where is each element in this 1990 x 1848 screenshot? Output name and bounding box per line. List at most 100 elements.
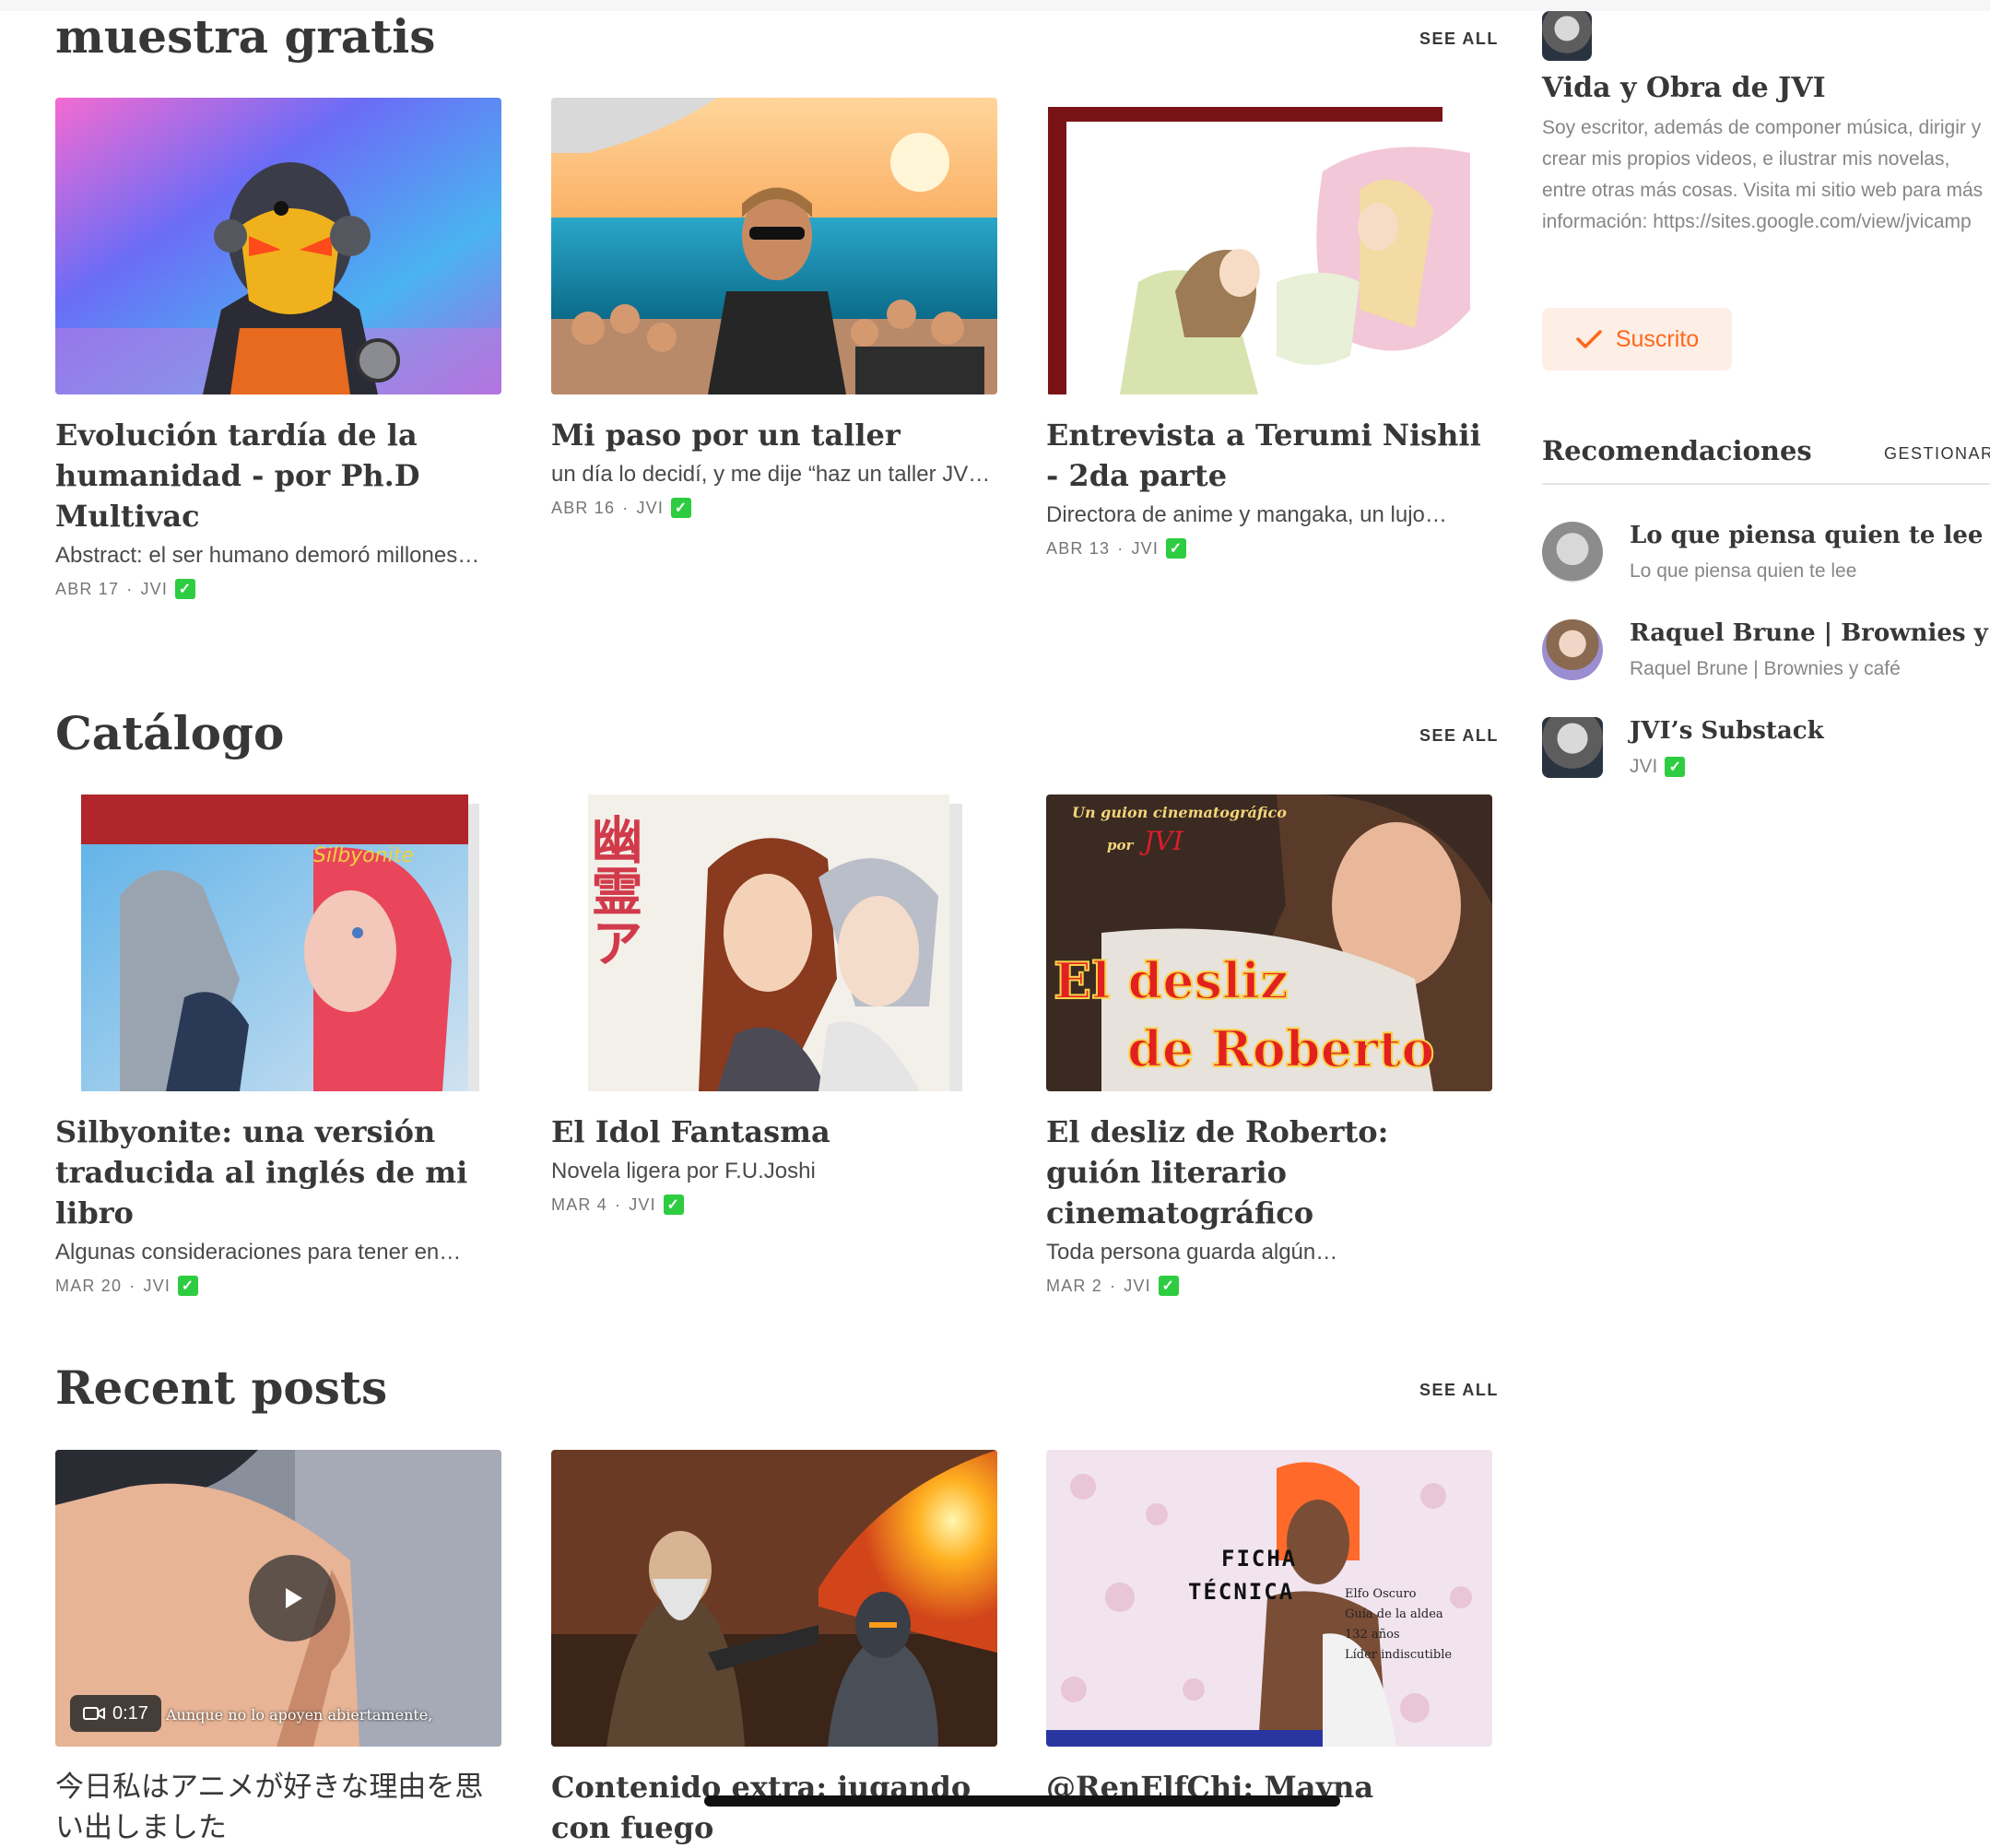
post-author[interactable]: JVI (140, 580, 168, 599)
cover-title-line2: de Roberto (1126, 1018, 1435, 1079)
recommendation-subtitle: Raquel Brune | Brownies y café (1630, 658, 1901, 679)
recommendation-avatar (1542, 619, 1603, 680)
post-meta: MAR 20 · JVI ✓ (55, 1276, 501, 1296)
recommendation-subtitle: Lo que piensa quien te lee (1630, 560, 1857, 582)
subscribed-button[interactable]: Suscrito (1542, 308, 1732, 371)
post-meta: ABR 17 · JVI ✓ (55, 579, 501, 599)
recommendation-author: JVI (1630, 756, 1658, 777)
meta-separator: · (1117, 538, 1125, 558)
meta-separator: · (129, 1276, 136, 1295)
post-card[interactable]: Entrevista a Terumi Nishii - 2da parte D… (1046, 98, 1492, 559)
post-card[interactable]: FICHA TÉCNICA Elfo Oscuro Guía de la ald… (1046, 1450, 1492, 1807)
post-subtitle: Abstract: el ser humano demoró millones… (55, 543, 480, 568)
recommendation-name[interactable]: JVI’s Substack (1630, 717, 1824, 745)
ficha-line: Elfo Oscuro (1345, 1587, 1417, 1601)
post-thumbnail-beach[interactable] (551, 98, 997, 394)
post-card[interactable]: Mi paso por un taller un día lo decidí, … (551, 98, 997, 518)
post-card[interactable]: Silbyonite Silbyonite: una versión tradu… (55, 795, 501, 1296)
verified-check-icon: ✓ (175, 579, 196, 599)
recommendation-item[interactable]: Raquel Brune | Brownies y café Raquel Br… (1542, 619, 1990, 693)
meta-separator: · (622, 498, 630, 517)
post-date: ABR 13 (1046, 538, 1111, 558)
recommendation-item[interactable]: Lo que piensa quien te lee Lo que piensa… (1542, 522, 1990, 595)
post-title[interactable]: Contenido extra: jugando con fuego (551, 1767, 997, 1848)
post-title[interactable]: El desliz de Roberto: guión literario ci… (1046, 1112, 1492, 1233)
divider (1542, 483, 1990, 485)
see-all-catalogo[interactable]: SEE ALL (1419, 726, 1499, 746)
post-author[interactable]: JVI (629, 1195, 656, 1215)
author-avatar[interactable] (1542, 11, 1592, 61)
ficha-line: Guía de la aldea (1345, 1607, 1443, 1621)
post-subtitle: un día lo decidí, y me dije “haz un tall… (551, 462, 991, 487)
post-thumbnail-anime[interactable] (1046, 98, 1492, 394)
post-author[interactable]: JVI (636, 499, 664, 518)
post-title[interactable]: Evolución tardía de la humanidad - por P… (55, 415, 501, 536)
check-icon (1576, 330, 1602, 348)
post-card[interactable]: Un guion cinematográfico por JVI El desl… (1046, 795, 1492, 1296)
post-author[interactable]: JVI (143, 1277, 171, 1296)
post-meta: MAR 4 · JVI ✓ (551, 1195, 997, 1215)
meta-separator: · (1110, 1276, 1117, 1295)
meta-separator: · (615, 1195, 622, 1214)
post-card[interactable]: 幽霊ア El Idol Fantasma Novela ligera por F… (551, 795, 997, 1215)
post-title[interactable]: El Idol Fantasma (551, 1112, 997, 1152)
post-subtitle: Algunas consideraciones para tener en… (55, 1240, 462, 1265)
post-date: MAR 4 (551, 1195, 608, 1214)
see-all-muestra[interactable]: SEE ALL (1419, 29, 1499, 49)
recommendation-name[interactable]: Lo que piensa quien te lee (1630, 522, 1983, 549)
verified-check-icon: ✓ (1166, 538, 1187, 559)
publication-name[interactable]: Vida y Obra de JVI (1542, 72, 1826, 104)
post-meta: MAR 2 · JVI ✓ (1046, 1276, 1492, 1296)
recommendation-avatar (1542, 522, 1603, 583)
section-title-catalogo: Catálogo (55, 706, 285, 760)
play-button[interactable] (249, 1555, 336, 1642)
cover-title-silbyonite: Silbyonite (313, 844, 414, 867)
cover-jvi-text: JVI (1144, 826, 1183, 856)
post-date: MAR 2 (1046, 1276, 1103, 1295)
verified-check-icon: ✓ (663, 1195, 684, 1215)
post-thumbnail-ficha-tecnica[interactable]: FICHA TÉCNICA Elfo Oscuro Guía de la ald… (1046, 1450, 1492, 1747)
post-title[interactable]: Silbyonite: una versión traducida al ing… (55, 1112, 501, 1233)
book-cover-idol-fantasma[interactable]: 幽霊ア (551, 795, 997, 1091)
post-thumbnail-fire[interactable] (551, 1450, 997, 1747)
cover-top-text: Un guion cinematográfico (1072, 804, 1287, 821)
recommendations-title: Recomendaciones (1542, 435, 1812, 466)
book-cover-silbyonite[interactable]: Silbyonite (55, 795, 501, 1091)
post-thumbnail-robot[interactable] (55, 98, 501, 394)
cover-title-idol: 幽霊ア (584, 813, 642, 968)
recommendation-subtitle: JVI ✓ (1630, 756, 1686, 778)
cover-title-line1: El desliz (1053, 950, 1289, 1011)
video-thumbnail[interactable]: 0:17 Aunque no lo apoyen abiertamente, (55, 1450, 501, 1747)
post-author[interactable]: JVI (1131, 539, 1159, 559)
post-card[interactable]: 0:17 Aunque no lo apoyen abiertamente, 今… (55, 1450, 501, 1848)
post-title[interactable]: Mi paso por un taller (551, 415, 997, 455)
recommendation-item[interactable]: JVI’s Substack JVI ✓ (1542, 717, 1990, 791)
home-indicator (704, 1795, 1340, 1807)
post-title[interactable]: Entrevista a Terumi Nishii - 2da parte (1046, 415, 1492, 496)
post-date: ABR 17 (55, 579, 120, 598)
manage-recommendations-link[interactable]: GESTIONAR (1884, 444, 1990, 464)
ficha-line: 132 años (1345, 1628, 1400, 1642)
see-all-recent[interactable]: SEE ALL (1419, 1381, 1499, 1400)
ficha-line: Líder indiscutible (1345, 1648, 1453, 1662)
cover-by-text: por (1107, 837, 1134, 853)
video-caption: Aunque no lo apoyen abiertamente, (166, 1706, 433, 1724)
ficha-title-2: TÉCNICA (1188, 1579, 1295, 1605)
video-duration: 0:17 (112, 1702, 148, 1724)
post-title[interactable]: 今日私はアニメが好きな理由を思い出しました (55, 1767, 501, 1848)
subscribed-label: Suscrito (1615, 325, 1700, 352)
verified-check-icon: ✓ (1665, 757, 1686, 777)
post-card[interactable]: Contenido extra: jugando con fuego (551, 1450, 997, 1848)
recommendation-name[interactable]: Raquel Brune | Brownies y café (1630, 619, 1990, 647)
play-icon (286, 1588, 302, 1608)
section-title-recent: Recent posts (55, 1360, 388, 1415)
post-card[interactable]: Evolución tardía de la humanidad - por P… (55, 98, 501, 599)
verified-check-icon: ✓ (1158, 1276, 1179, 1296)
cover-desliz-de-roberto[interactable]: Un guion cinematográfico por JVI El desl… (1046, 795, 1492, 1091)
post-subtitle: Directora de anime y mangaka, un lujo… (1046, 502, 1447, 527)
recommendation-avatar (1542, 717, 1603, 778)
post-date: MAR 20 (55, 1276, 123, 1295)
verified-check-icon: ✓ (178, 1276, 199, 1296)
video-camera-icon (83, 1707, 105, 1720)
post-author[interactable]: JVI (1124, 1277, 1151, 1296)
